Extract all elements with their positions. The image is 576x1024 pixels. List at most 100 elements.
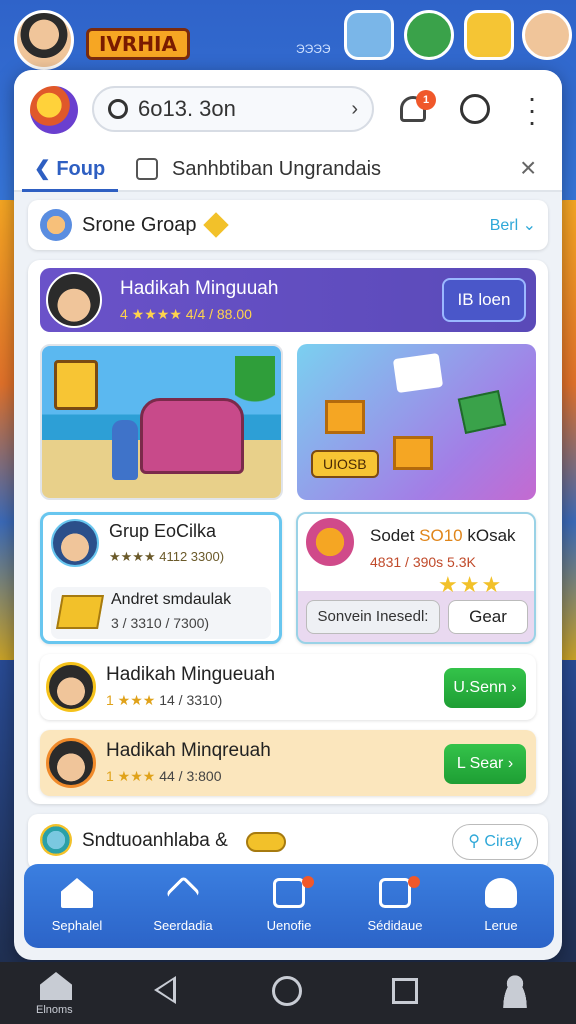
calendar-icon [136,158,158,180]
treasure-sign-icon [54,360,98,410]
featured-hero[interactable]: Hadikah Minguuah 4 ★★★★ 4/4 / 88.00 IB l… [40,268,536,332]
game-shop-icon[interactable] [344,10,394,60]
avatar [46,662,96,712]
avatar [51,519,99,567]
top-bar: 6o13. 3on › 1 · · · [14,70,562,152]
home-icon[interactable] [40,972,72,1000]
nav-item-profile[interactable]: Lerue [448,864,554,948]
active-tab-indicator [22,189,118,192]
nav-item-search[interactable]: Seerdadia [130,864,236,948]
list-item-name: Hadikah Minguеuah [106,664,276,685]
game-profile-icon[interactable] [522,10,572,60]
card-icon [392,352,444,394]
group-card-rating: ★★★★ 4112 3300) [109,549,225,564]
nav-item-tasks[interactable]: Uenofie [236,864,342,948]
group-card-header: Grup EoCilka ★★★★ 4112 3300) [51,515,271,573]
recents-icon[interactable] [392,978,418,1004]
group-card-rating: 4831 / 390s 5.3K [370,554,476,570]
gift-box-icon [393,436,433,470]
game-gift-icon[interactable] [404,10,454,60]
list-item[interactable]: Hadikah Minguеuah 1 ★★★ 14 / 3310) U.Sen… [40,654,536,720]
gift-tile-label: UIOSB [311,450,379,478]
group-panel: 6o13. 3on › 1 · · · ❮ Foup Sanhbtiban Ungr… [14,70,562,960]
coin-tag-icon [246,832,286,852]
nav-label: Sephalel [51,918,103,933]
list-item[interactable]: Hadikah Minqreuah 1 ★★★ 44 / 3:800 L Sea… [40,730,536,796]
clipboard-icon [273,878,305,908]
group-card-right[interactable]: Sodet SO10 kOsak 4831 / 390s 5.3K ★★★ So… [296,512,536,644]
featured-action-button[interactable]: IB loen [442,278,526,322]
app-logo-icon[interactable] [30,86,78,134]
home-icon [61,878,93,908]
game-avatar [14,10,74,70]
tab-subtitle[interactable]: Sanhbtiban Ungrandais [172,158,381,181]
bottom-card-text: Sndtuoanhlaba & [82,830,228,851]
list-item-rating: 1 ★★★ 14 / 3310) [106,692,223,708]
list-item-name: Hadikah Minqreuah [106,740,271,761]
nav-label: Sédidaue [367,918,423,933]
bottom-info-card: Sndtuoanhlaba & ⚲ Ciray [28,814,548,870]
user-icon[interactable] [500,974,530,1008]
group-icon [40,209,72,241]
sub-item-name: Andret smdaulak [111,591,232,608]
person-icon [485,878,517,908]
group-more-link[interactable]: Berl ⌄ [490,215,536,235]
game-score: ЭЭЭЭ [296,42,331,56]
game-gold-icon[interactable] [464,10,514,60]
group-title: Srone Groap [82,213,197,236]
content-area: Srone Groap Berl ⌄ Hadikah Minguuah 4 ★★… [28,200,548,870]
more-menu-icon[interactable]: · · · [522,84,542,136]
nav-label: Lerue [484,918,518,933]
gold-bar-icon [56,595,104,629]
bottom-card-button[interactable]: ⚲ Ciray [452,824,538,860]
tab-bar: ❮ Foup Sanhbtiban Ungrandais × [14,152,562,192]
avatar [46,738,96,788]
list-item-button[interactable]: U.Senn › [444,668,526,708]
featured-card: Hadikah Minguuah 4 ★★★★ 4/4 / 88.00 IB l… [28,260,548,804]
featured-name: Hadikah Minguuah [120,278,279,299]
character-figure [112,420,138,480]
gift-box-icon [325,400,365,434]
tab-back[interactable]: ❮ Foup [34,156,105,181]
list-item-rating: 1 ★★★ 44 / 3:800 [106,768,222,784]
avatar [46,272,102,328]
beach-tile[interactable] [40,344,283,500]
gifts-tile[interactable]: UIOSB [297,344,536,500]
search-icon [108,99,128,119]
sub-item-rating: 3 / 3310 / 7300) [111,615,210,631]
game-title-badge: IVRHIA [86,28,190,60]
nav-item-list[interactable]: Sédidaue [342,864,448,948]
group-header: Srone Groap Berl ⌄ [28,200,548,250]
gem-icon [202,212,229,238]
search-input[interactable]: 6o13. 3on › [92,86,374,132]
search-value: 6o13. 3on [138,96,236,121]
tab-back-label: Foup [56,158,106,180]
system-home-label: Elnoms [36,1004,73,1016]
game-background-header: IVRHIA ЭЭЭЭ [0,0,576,80]
chat-icon[interactable] [460,94,490,124]
featured-rating: 4 ★★★★ 4/4 / 88.00 [120,306,252,322]
nav-item-home[interactable]: Sephalel [24,864,130,948]
list-icon [379,878,411,908]
notification-dot [302,876,314,888]
system-nav-bar: Elnoms [0,962,576,1024]
chevron-right-icon: › [351,97,358,120]
close-icon[interactable]: × [520,152,536,184]
arrow-icon [165,875,201,911]
notifications-button[interactable]: 1 [396,90,436,126]
group-card-left[interactable]: Grup EoCilka ★★★★ 4112 3300) Andret smda… [40,512,282,644]
back-icon[interactable] [154,976,176,1004]
pair-row: Grup EoCilka ★★★★ 4112 3300) Andret smda… [40,512,536,644]
list-item-button[interactable]: L Sear › [444,744,526,784]
gear-button[interactable]: Gear [448,600,528,634]
globe-icon [40,824,72,856]
home-circle-icon[interactable] [272,976,302,1006]
truck-icon [140,398,244,474]
secondary-button[interactable]: Sonvein Inesedl: [306,600,440,634]
nav-label: Seerdadia [153,918,213,933]
group-card-name: Grup EoCilka [109,521,217,541]
group-card-name: Sodet SO10 kOsak [370,526,516,545]
tiles-row: UIOSB [40,344,536,500]
bottom-nav: Sephalel Seerdadia Uenofie Sédidaue Leru… [24,864,554,948]
group-card-sub[interactable]: Andret smdaulak 3 / 3310 / 7300) [51,587,271,639]
